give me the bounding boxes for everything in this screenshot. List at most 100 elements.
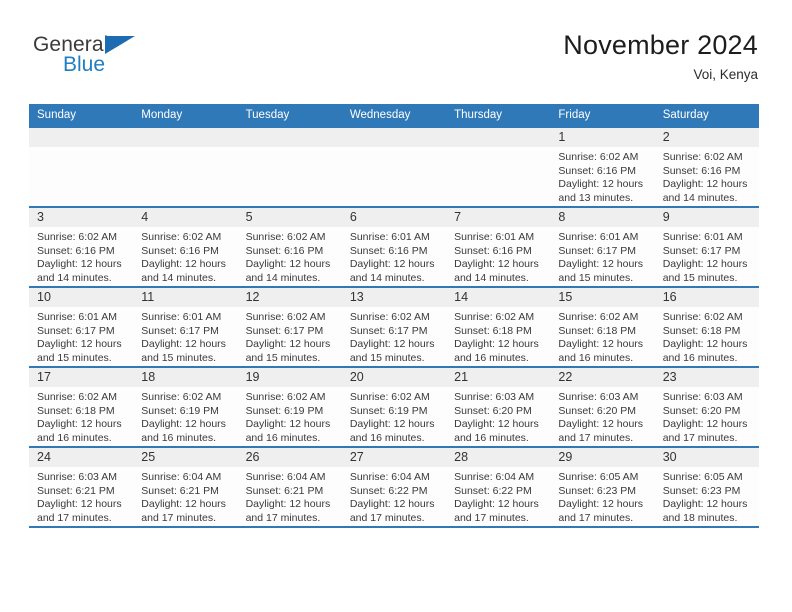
sunset-text: Sunset: 6:17 PM [558, 244, 637, 257]
daylight-text: Daylight: 12 hours and 16 minutes. [558, 338, 644, 364]
day-details: Sunrise: 6:02 AM Sunset: 6:19 PM Daylight:… [133, 387, 237, 445]
calendar-page: General Blue November 2024 Voi, Kenya Su… [0, 0, 792, 612]
sunset-text: Sunset: 6:17 PM [37, 324, 115, 337]
day-number: 28 [446, 448, 551, 467]
calendar-cell-day[interactable]: 16 Sunrise: 6:02 AM Sunset: 6:18 PM Dayligh… [654, 286, 759, 367]
calendar-cell-day[interactable]: 19 Sunrise: 6:02 AM Sunset: 6:19 PM Dayligh… [237, 366, 342, 447]
logo-text-blue: Blue [63, 53, 106, 76]
sunset-text: Sunset: 6:16 PM [141, 244, 219, 257]
day-details: Sunrise: 6:04 AM Sunset: 6:21 PM Daylight:… [238, 467, 342, 525]
daylight-text: Daylight: 12 hours and 14 minutes. [454, 258, 539, 284]
day-number: 4 [133, 208, 238, 227]
day-details: Sunrise: 6:01 AM Sunset: 6:17 PM Daylight:… [29, 307, 133, 365]
daylight-text: Daylight: 12 hours and 16 minutes. [141, 418, 226, 444]
sunset-text: Sunset: 6:20 PM [454, 404, 532, 417]
weekday-header-row: Sunday Monday Tuesday Wednesday Thursday… [29, 104, 759, 127]
sunset-text: Sunset: 6:21 PM [37, 484, 115, 497]
calendar-cell-day[interactable]: 27 Sunrise: 6:04 AM Sunset: 6:22 PM Dayligh… [341, 446, 447, 528]
sunrise-text: Sunrise: 6:02 AM [349, 311, 430, 323]
calendar-cell-day[interactable]: 7 Sunrise: 6:01 AM Sunset: 6:16 PM Daylight… [446, 206, 551, 287]
calendar-cell-day[interactable]: 30 Sunrise: 6:05 AM Sunset: 6:23 PM Dayligh… [654, 446, 759, 528]
day-details: Sunrise: 6:02 AM Sunset: 6:19 PM Daylight:… [238, 387, 342, 445]
calendar-cell-day[interactable]: 29 Sunrise: 6:05 AM Sunset: 6:23 PM Dayligh… [550, 446, 655, 528]
calendar-cell-day[interactable]: 26 Sunrise: 6:04 AM Sunset: 6:21 PM Dayligh… [237, 446, 342, 528]
calendar-cell-day[interactable]: 2 Sunrise: 6:02 AM Sunset: 6:16 PM Daylight… [654, 126, 759, 207]
calendar-cell-day[interactable]: 22 Sunrise: 6:03 AM Sunset: 6:20 PM Dayligh… [550, 366, 655, 447]
logo-triangle-icon [105, 36, 135, 54]
day-number: 3 [29, 208, 134, 227]
calendar-cell-day[interactable]: 6 Sunrise: 6:01 AM Sunset: 6:16 PM Daylight… [341, 206, 447, 287]
day-details: Sunrise: 6:01 AM Sunset: 6:17 PM Daylight:… [550, 227, 654, 285]
day-number: 24 [29, 448, 134, 467]
day-details: Sunrise: 6:02 AM Sunset: 6:18 PM Daylight:… [550, 307, 654, 365]
day-number: 20 [341, 368, 447, 387]
day-number: 30 [654, 448, 759, 467]
day-details: Sunrise: 6:03 AM Sunset: 6:20 PM Daylight:… [655, 387, 759, 445]
page-header: General Blue November 2024 Voi, Kenya [0, 0, 792, 96]
calendar-cell-day[interactable]: 1 Sunrise: 6:02 AM Sunset: 6:16 PM Daylight… [550, 126, 655, 207]
day-details: Sunrise: 6:02 AM Sunset: 6:16 PM Daylight:… [29, 227, 133, 285]
sunset-text: Sunset: 6:16 PM [349, 244, 428, 257]
day-number: 17 [29, 368, 134, 387]
sunset-text: Sunset: 6:19 PM [141, 404, 219, 417]
day-number: 29 [550, 448, 655, 467]
day-details: Sunrise: 6:05 AM Sunset: 6:23 PM Daylight:… [550, 467, 654, 525]
daylight-text: Daylight: 12 hours and 15 minutes. [37, 338, 122, 364]
day-details: Sunrise: 6:03 AM Sunset: 6:20 PM Daylight:… [550, 387, 654, 445]
day-details: Sunrise: 6:04 AM Sunset: 6:22 PM Daylight:… [446, 467, 550, 525]
calendar-cell-empty [341, 126, 447, 207]
calendar-cell-day[interactable]: 25 Sunrise: 6:04 AM Sunset: 6:21 PM Dayligh… [133, 446, 238, 528]
calendar-cell-day[interactable]: 17 Sunrise: 6:02 AM Sunset: 6:18 PM Dayligh… [29, 366, 134, 447]
sunset-text: Sunset: 6:18 PM [37, 404, 115, 417]
calendar-cell-day[interactable]: 11 Sunrise: 6:01 AM Sunset: 6:17 PM Dayligh… [133, 286, 238, 367]
calendar-cell-day[interactable]: 4 Sunrise: 6:02 AM Sunset: 6:16 PM Daylight… [133, 206, 238, 287]
calendar-cell-day[interactable]: 10 Sunrise: 6:01 AM Sunset: 6:17 PM Dayligh… [29, 286, 134, 367]
sunrise-text: Sunrise: 6:02 AM [245, 231, 326, 243]
day-details: Sunrise: 6:01 AM Sunset: 6:16 PM Daylight:… [342, 227, 446, 285]
day-number: 27 [341, 448, 447, 467]
day-number: 25 [133, 448, 238, 467]
day-number: 14 [446, 288, 551, 307]
daylight-text: Daylight: 12 hours and 17 minutes. [454, 498, 539, 524]
weekday-header-wednesday: Wednesday [341, 104, 447, 127]
day-number: 8 [550, 208, 655, 227]
calendar-cell-day[interactable]: 15 Sunrise: 6:02 AM Sunset: 6:18 PM Dayligh… [550, 286, 655, 367]
sunrise-text: Sunrise: 6:01 AM [662, 231, 743, 243]
sunrise-text: Sunrise: 6:03 AM [558, 391, 639, 403]
calendar-cell-day[interactable]: 12 Sunrise: 6:02 AM Sunset: 6:17 PM Dayligh… [237, 286, 342, 367]
day-details: Sunrise: 6:02 AM Sunset: 6:19 PM Daylight:… [342, 387, 446, 445]
day-details: Sunrise: 6:02 AM Sunset: 6:17 PM Daylight:… [342, 307, 446, 365]
sunset-text: Sunset: 6:17 PM [141, 324, 219, 337]
calendar-cell-day[interactable]: 8 Sunrise: 6:01 AM Sunset: 6:17 PM Daylight… [550, 206, 655, 287]
calendar-cell-day[interactable]: 3 Sunrise: 6:02 AM Sunset: 6:16 PM Daylight… [29, 206, 134, 287]
day-number [29, 128, 134, 147]
day-number: 12 [237, 288, 342, 307]
daylight-text: Daylight: 12 hours and 15 minutes. [558, 258, 644, 284]
day-number: 7 [446, 208, 551, 227]
sunrise-text: Sunrise: 6:02 AM [141, 391, 222, 403]
sunset-text: Sunset: 6:18 PM [558, 324, 637, 337]
daylight-text: Daylight: 12 hours and 15 minutes. [349, 338, 435, 364]
calendar-cell-day[interactable]: 5 Sunrise: 6:02 AM Sunset: 6:16 PM Daylight… [237, 206, 342, 287]
sunrise-text: Sunrise: 6:01 AM [37, 311, 117, 323]
calendar-cell-day[interactable]: 23 Sunrise: 6:03 AM Sunset: 6:20 PM Dayligh… [654, 366, 759, 447]
day-number: 19 [237, 368, 342, 387]
day-number: 5 [237, 208, 342, 227]
calendar-cell-day[interactable]: 24 Sunrise: 6:03 AM Sunset: 6:21 PM Dayligh… [29, 446, 134, 528]
sunrise-text: Sunrise: 6:01 AM [141, 311, 222, 323]
calendar-cell-day[interactable]: 28 Sunrise: 6:04 AM Sunset: 6:22 PM Dayligh… [446, 446, 551, 528]
calendar-cell-day[interactable]: 13 Sunrise: 6:02 AM Sunset: 6:17 PM Dayligh… [341, 286, 447, 367]
calendar-cell-day[interactable]: 18 Sunrise: 6:02 AM Sunset: 6:19 PM Dayligh… [133, 366, 238, 447]
calendar-table: Sunday Monday Tuesday Wednesday Thursday… [29, 104, 759, 528]
calendar-cell-day[interactable]: 14 Sunrise: 6:02 AM Sunset: 6:18 PM Dayligh… [446, 286, 551, 367]
calendar-cell-day[interactable]: 21 Sunrise: 6:03 AM Sunset: 6:20 PM Dayligh… [446, 366, 551, 447]
day-details: Sunrise: 6:02 AM Sunset: 6:18 PM Daylight:… [29, 387, 133, 445]
calendar-cell-day[interactable]: 9 Sunrise: 6:01 AM Sunset: 6:17 PM Daylight… [654, 206, 759, 287]
daylight-text: Daylight: 12 hours and 16 minutes. [245, 418, 331, 444]
day-number [446, 128, 551, 147]
day-number: 10 [29, 288, 134, 307]
day-details: Sunrise: 6:04 AM Sunset: 6:22 PM Daylight:… [342, 467, 446, 525]
calendar-body: 1 Sunrise: 6:02 AM Sunset: 6:16 PM Daylight… [29, 126, 759, 528]
calendar-cell-day[interactable]: 20 Sunrise: 6:02 AM Sunset: 6:19 PM Dayligh… [341, 366, 447, 447]
sunset-text: Sunset: 6:23 PM [558, 484, 637, 497]
